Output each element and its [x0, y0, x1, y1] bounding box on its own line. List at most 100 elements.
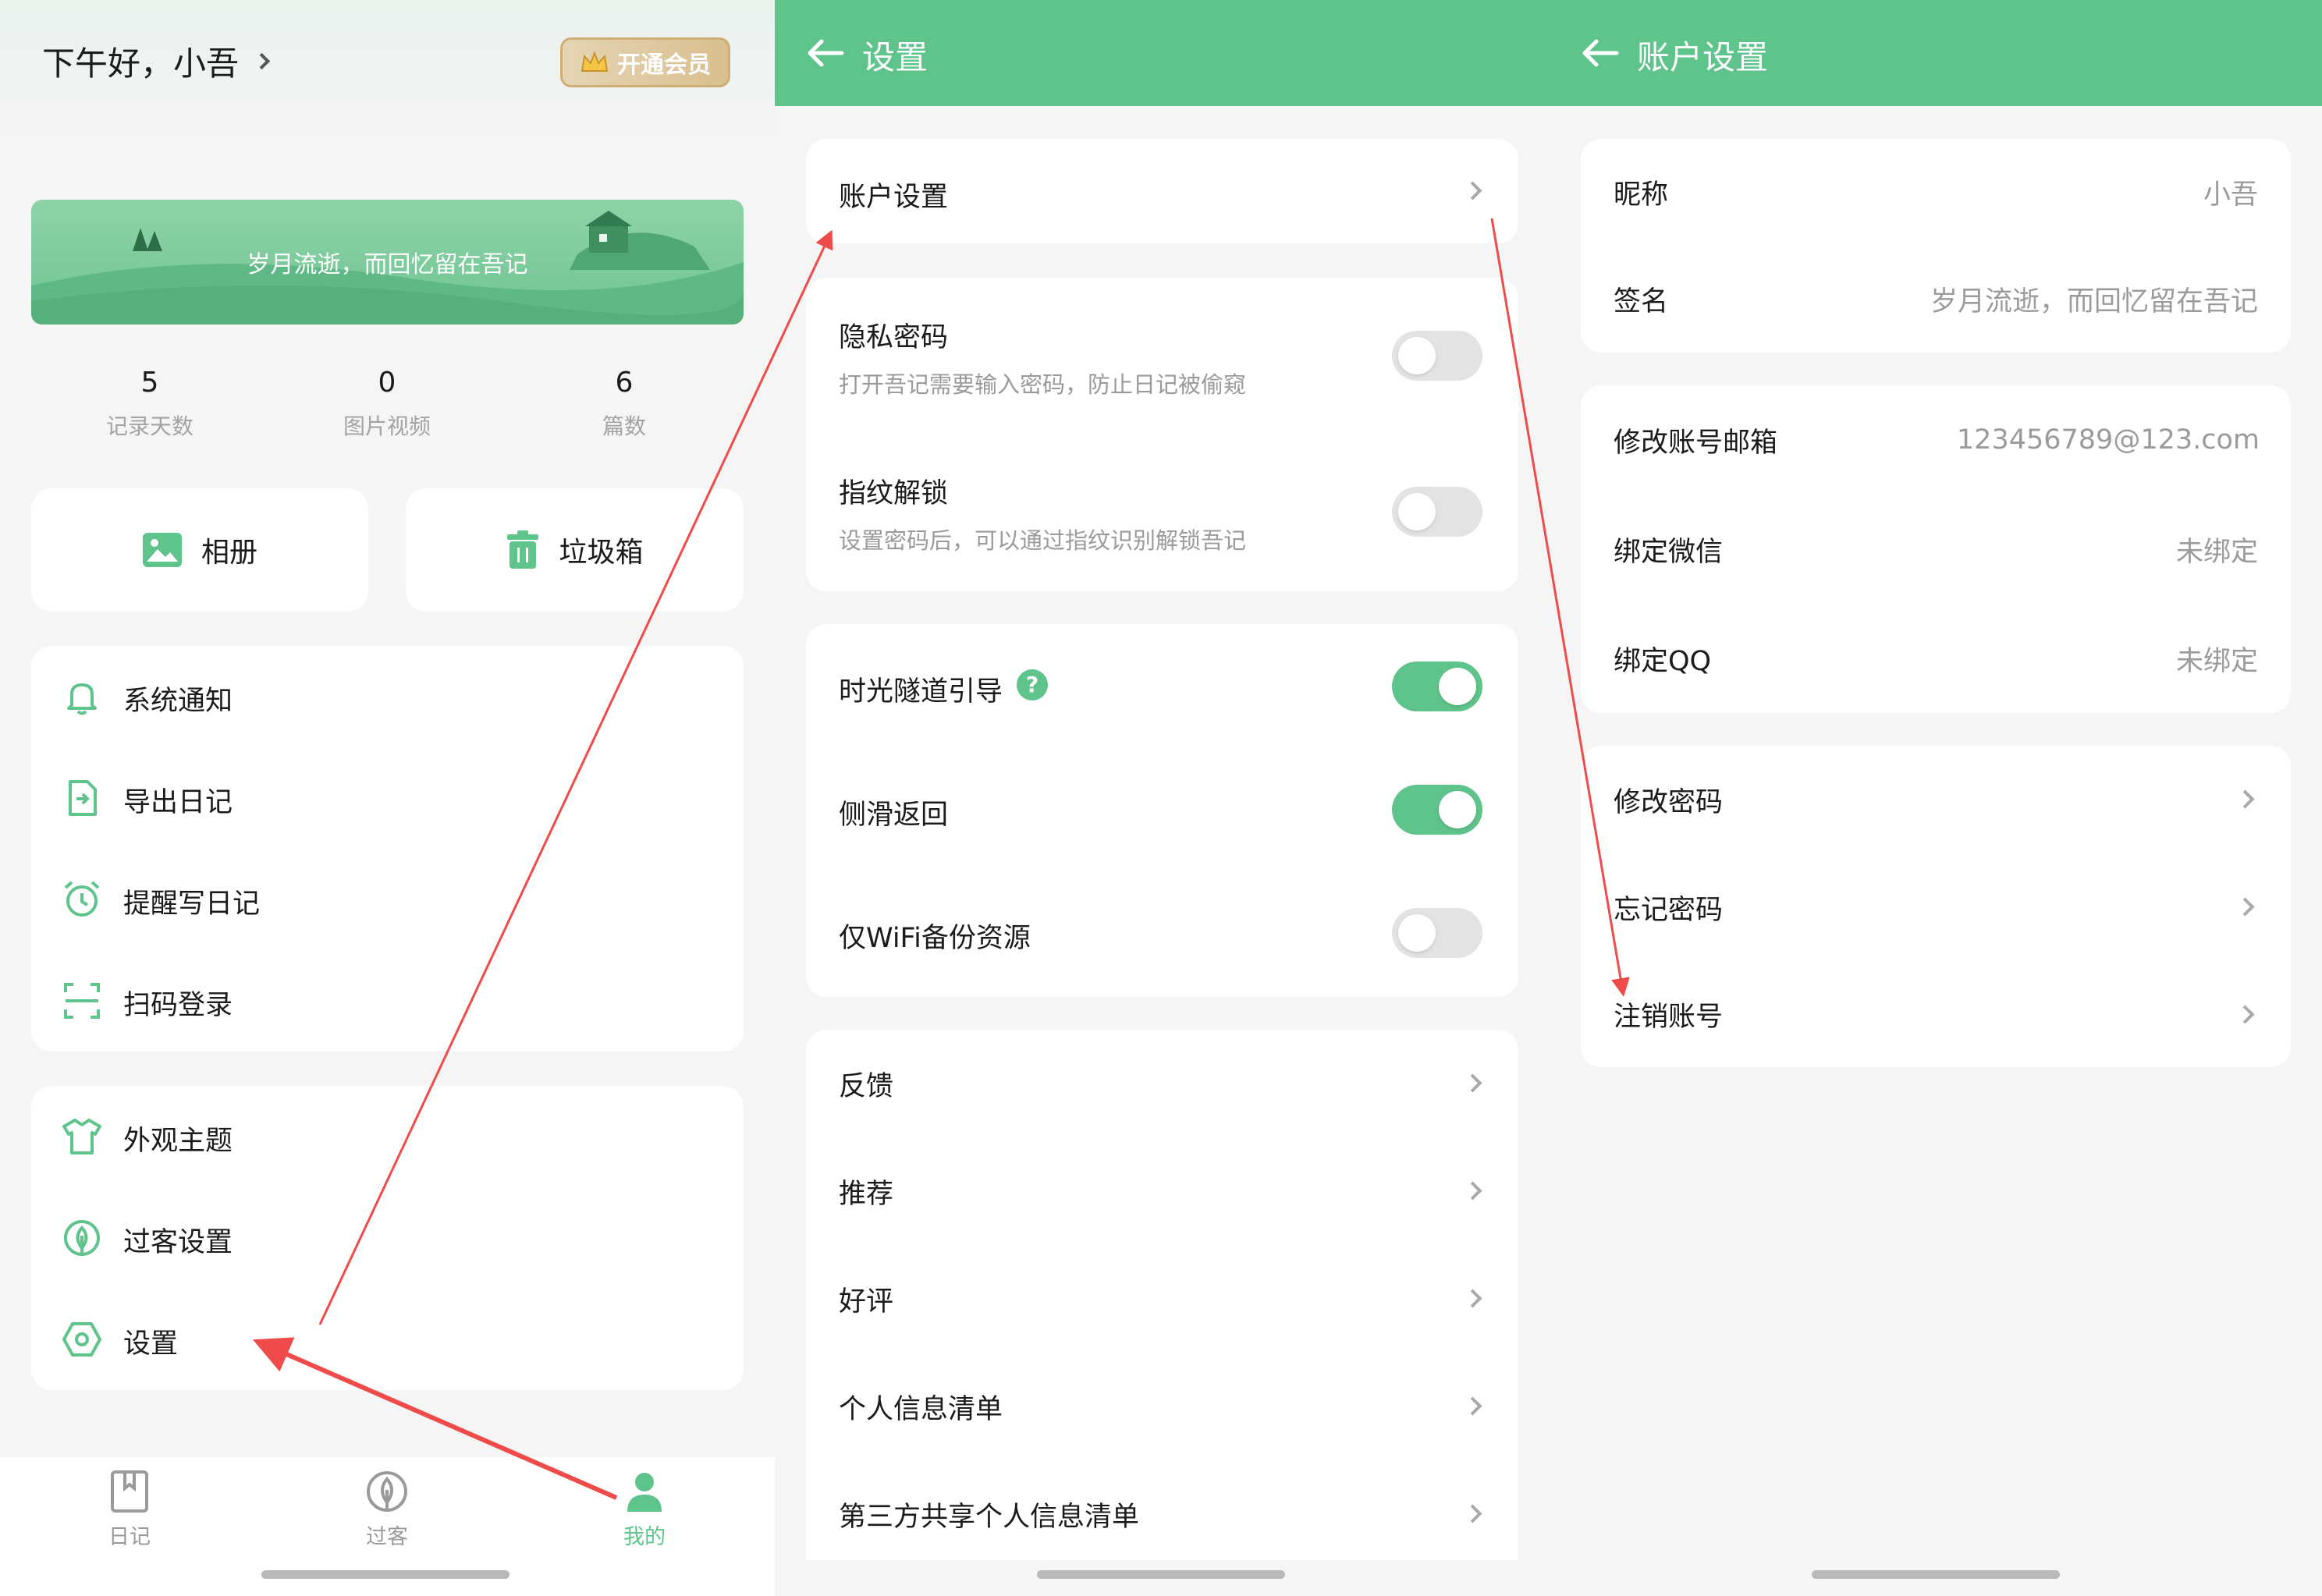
swipe-back-toggle[interactable] [1392, 785, 1482, 835]
account-settings-screen: 账户设置 昵称 小吾 签名 岁月流逝，而回忆留在吾记 修改账号邮箱 123456… [1550, 0, 2322, 1596]
tab-label: 我的 [623, 1525, 666, 1549]
album-label: 相册 [201, 537, 257, 569]
fingerprint-toggle[interactable] [1392, 487, 1482, 537]
privacy-password-row: 隐私密码 打开吾记需要输入密码，防止日记被偷窥 [806, 278, 1518, 434]
security-card: 修改密码 忘记密码 注销账号 [1581, 746, 2291, 1067]
stat-value: 0 [378, 367, 396, 399]
binding-card: 修改账号邮箱 123456789@123.com 绑定微信 未绑定 绑定QQ 未… [1581, 385, 2291, 713]
menu-item-export[interactable]: 导出日记 [31, 747, 744, 849]
time-tunnel-row: 时光隧道引导 ? [806, 624, 1518, 749]
forgot-password-label: 忘记密码 [1614, 894, 1724, 926]
menu-item-passerby-settings[interactable]: 过客设置 [31, 1187, 744, 1289]
menu-label: 过客设置 [123, 1227, 233, 1258]
stat-media[interactable]: 0 图片视频 [309, 367, 465, 441]
personal-info-list-item[interactable]: 个人信息清单 [806, 1353, 1518, 1460]
page-title: 账户设置 [1637, 38, 1769, 76]
tab-passerby[interactable]: 过客 [336, 1470, 438, 1550]
qq-value: 未绑定 [2175, 645, 2258, 677]
fingerprint-desc: 设置密码后，可以通过指纹识别解锁吾记 [839, 527, 1247, 554]
chevron-right-icon [1463, 1073, 1482, 1093]
chevron-right-icon [1463, 1289, 1482, 1308]
nickname-label: 昵称 [1614, 179, 1669, 211]
help-icon[interactable]: ? [1017, 669, 1048, 700]
qq-row[interactable]: 绑定QQ 未绑定 [1581, 604, 2291, 713]
recommend-item[interactable]: 推荐 [806, 1137, 1518, 1245]
privacy-password-toggle[interactable] [1392, 331, 1482, 381]
menu-item-settings[interactable]: 设置 [31, 1289, 744, 1390]
privacy-password-desc: 打开吾记需要输入密码，防止日记被偷窥 [839, 371, 1247, 398]
menu-label: 扫码登录 [123, 990, 233, 1021]
tab-label: 日记 [108, 1525, 151, 1549]
stat-value: 6 [615, 367, 634, 399]
settings-header: 设置 [775, 0, 1550, 106]
menu-item-scan-login[interactable]: 扫码登录 [31, 950, 744, 1052]
vip-button[interactable]: 开通会员 [560, 37, 730, 87]
menu-label: 导出日记 [123, 787, 233, 818]
qq-label: 绑定QQ [1614, 645, 1712, 677]
menu-card-2: 外观主题 过客设置 设置 [31, 1086, 744, 1390]
time-tunnel-toggle[interactable] [1392, 661, 1482, 711]
stat-label: 记录天数 [105, 413, 194, 439]
account-header: 账户设置 [1550, 0, 2322, 106]
banner: 岁月流逝，而回忆留在吾记 [31, 200, 744, 325]
delete-account-label: 注销账号 [1614, 1001, 1724, 1033]
scan-icon [64, 983, 100, 1019]
trash-button[interactable]: 垃圾箱 [406, 488, 744, 612]
forgot-password-item[interactable]: 忘记密码 [1581, 853, 2291, 961]
menu-label: 设置 [123, 1328, 179, 1360]
stat-record-days[interactable]: 5 记录天数 [72, 367, 228, 441]
signature-value: 岁月流逝，而回忆留在吾记 [1930, 286, 2258, 317]
change-password-label: 修改密码 [1614, 786, 1724, 818]
chevron-right-icon [253, 52, 271, 70]
profile-info-card: 昵称 小吾 签名 岁月流逝，而回忆留在吾记 [1581, 139, 2291, 353]
signature-label: 签名 [1614, 286, 1669, 317]
stats-row: 5 记录天数 0 图片视频 6 篇数 [0, 367, 775, 452]
leaf-circle-icon [367, 1471, 407, 1512]
toggle-knob [1439, 668, 1476, 705]
account-settings-label: 账户设置 [839, 182, 949, 213]
bell-icon [67, 683, 97, 715]
rate-item[interactable]: 好评 [806, 1245, 1518, 1353]
menu-item-reminder[interactable]: 提醒写日记 [31, 849, 744, 950]
album-button[interactable]: 相册 [31, 488, 368, 612]
menu-item-notifications[interactable]: 系统通知 [31, 646, 744, 747]
greeting-link[interactable]: 下午好，小吾 [42, 37, 271, 85]
settings-hex-icon [62, 1322, 101, 1357]
nickname-row[interactable]: 昵称 小吾 [1581, 139, 2291, 245]
trash-icon [507, 530, 539, 569]
stat-value: 5 [140, 367, 159, 399]
wechat-value: 未绑定 [2175, 536, 2258, 568]
menu-item-theme[interactable]: 外观主题 [31, 1086, 744, 1187]
swipe-back-label: 侧滑返回 [839, 800, 949, 831]
change-password-item[interactable]: 修改密码 [1581, 746, 2291, 853]
wechat-label: 绑定微信 [1614, 536, 1724, 568]
tab-me[interactable]: 我的 [593, 1470, 696, 1550]
stat-entries[interactable]: 6 篇数 [546, 367, 702, 441]
tab-diary[interactable]: 日记 [78, 1470, 181, 1550]
feedback-item[interactable]: 反馈 [806, 1030, 1518, 1137]
wifi-backup-toggle[interactable] [1392, 908, 1482, 958]
link-label: 推荐 [839, 1178, 894, 1210]
chevron-right-icon [1463, 1181, 1482, 1201]
wifi-backup-label: 仅WiFi备份资源 [839, 923, 1031, 954]
wechat-row[interactable]: 绑定微信 未绑定 [1581, 495, 2291, 604]
vip-label: 开通会员 [617, 51, 711, 79]
home-indicator [1812, 1570, 2060, 1579]
home-indicator [261, 1570, 509, 1579]
album-icon [142, 533, 182, 567]
nickname-value: 小吾 [2203, 179, 2258, 211]
account-settings-item[interactable]: 账户设置 [806, 139, 1518, 243]
link-label: 好评 [839, 1286, 894, 1318]
link-label: 第三方共享个人信息清单 [839, 1501, 1140, 1533]
menu-label: 系统通知 [123, 686, 233, 717]
crown-icon [580, 51, 609, 72]
third-party-info-list-item[interactable]: 第三方共享个人信息清单 [806, 1460, 1518, 1568]
email-row[interactable]: 修改账号邮箱 123456789@123.com [1581, 385, 2291, 495]
back-arrow-icon[interactable] [804, 31, 848, 75]
chevron-right-icon [2235, 789, 2255, 809]
back-arrow-icon[interactable] [1579, 31, 1623, 75]
delete-account-item[interactable]: 注销账号 [1581, 961, 2291, 1067]
signature-row[interactable]: 签名 岁月流逝，而回忆留在吾记 [1581, 245, 2291, 353]
trash-label: 垃圾箱 [559, 537, 644, 569]
chevron-right-icon [2235, 897, 2255, 917]
